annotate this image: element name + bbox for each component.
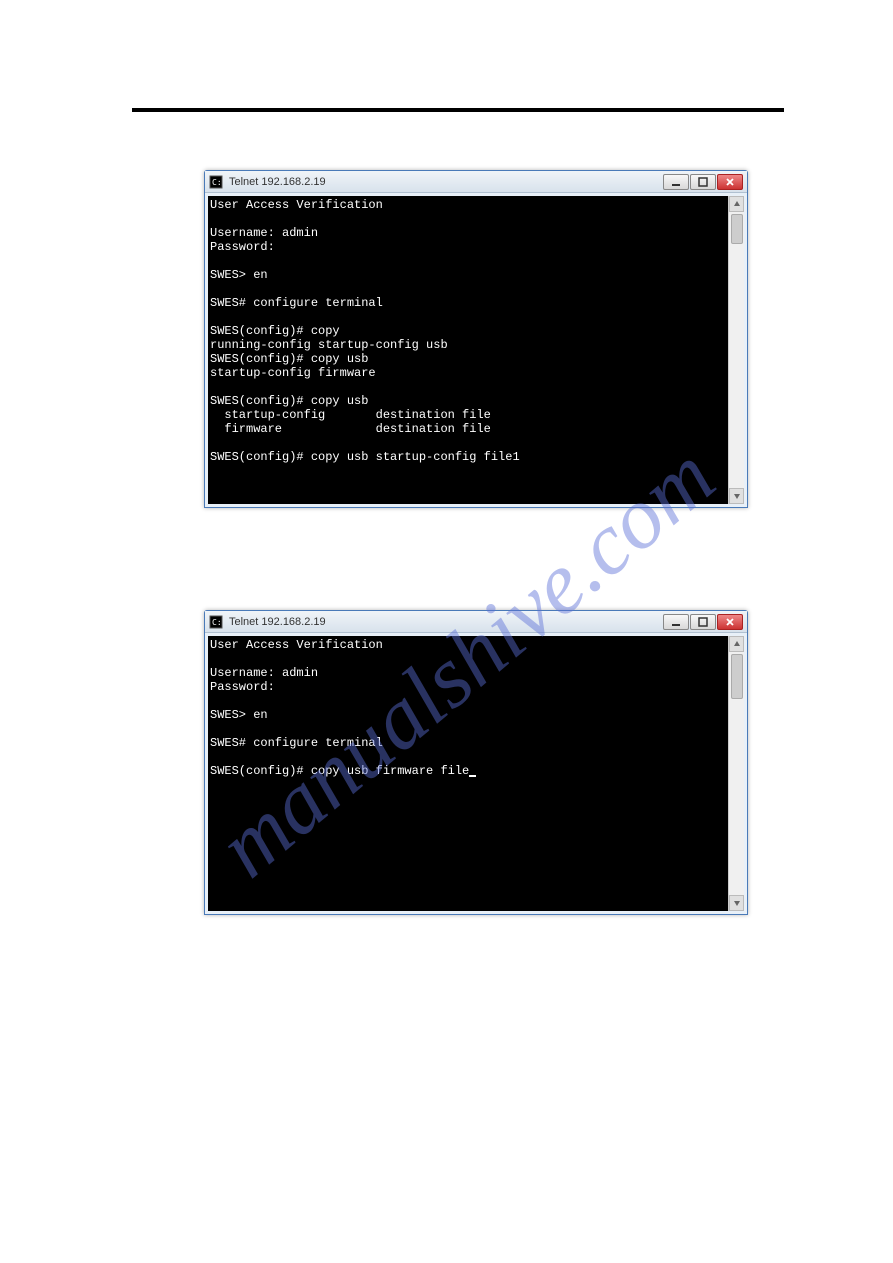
window-controls	[662, 614, 743, 630]
maximize-button[interactable]	[690, 614, 716, 630]
cmd-icon: C:	[209, 175, 223, 189]
terminal-container: User Access Verification Username: admin…	[205, 633, 747, 914]
cursor-icon	[469, 775, 476, 777]
svg-text:C:: C:	[212, 178, 222, 187]
scroll-thumb[interactable]	[731, 214, 743, 244]
terminal-container: User Access Verification Username: admin…	[205, 193, 747, 507]
scroll-thumb[interactable]	[731, 654, 743, 699]
telnet-window-2: C: Telnet 192.168.2.19 User Access Verif…	[204, 610, 748, 915]
scroll-up-icon[interactable]	[729, 196, 744, 212]
titlebar[interactable]: C: Telnet 192.168.2.19	[205, 611, 747, 633]
scroll-down-icon[interactable]	[729, 895, 744, 911]
close-button[interactable]	[717, 614, 743, 630]
scroll-down-icon[interactable]	[729, 488, 744, 504]
minimize-button[interactable]	[663, 174, 689, 190]
titlebar[interactable]: C: Telnet 192.168.2.19	[205, 171, 747, 193]
close-button[interactable]	[717, 174, 743, 190]
terminal-output[interactable]: User Access Verification Username: admin…	[208, 196, 728, 504]
scrollbar[interactable]	[728, 636, 744, 911]
telnet-window-1: C: Telnet 192.168.2.19 User Access Verif…	[204, 170, 748, 508]
window-title: Telnet 192.168.2.19	[229, 176, 662, 188]
scroll-up-icon[interactable]	[729, 636, 744, 652]
maximize-button[interactable]	[690, 174, 716, 190]
minimize-button[interactable]	[663, 614, 689, 630]
terminal-output[interactable]: User Access Verification Username: admin…	[208, 636, 728, 911]
window-title: Telnet 192.168.2.19	[229, 616, 662, 628]
window-controls	[662, 174, 743, 190]
cmd-icon: C:	[209, 615, 223, 629]
page-horizontal-rule	[132, 108, 784, 112]
scrollbar[interactable]	[728, 196, 744, 504]
svg-text:C:: C:	[212, 618, 222, 627]
